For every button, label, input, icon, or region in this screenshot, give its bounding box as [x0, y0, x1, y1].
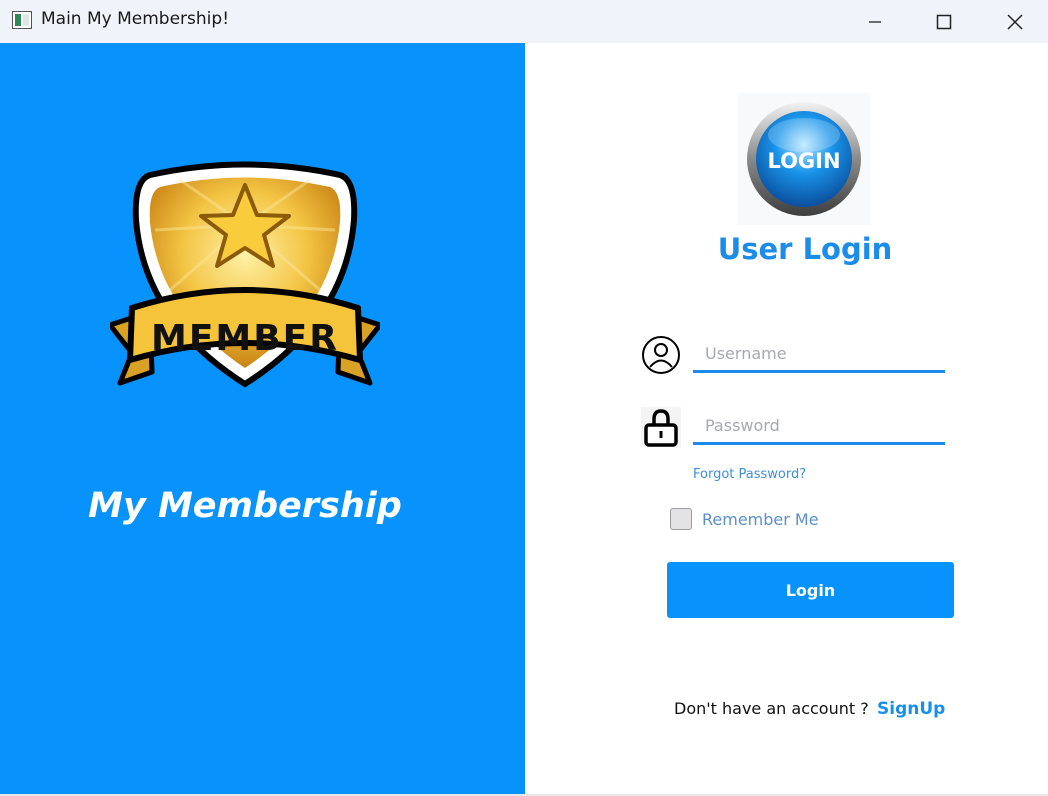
maximize-icon: [936, 14, 952, 29]
forgot-password-link[interactable]: Forgot Password?: [693, 467, 806, 482]
username-field[interactable]: [693, 337, 945, 373]
remember-me-checkbox[interactable]: [670, 508, 692, 530]
login-window: Main My Membership! MEMBER My Membership…: [0, 0, 1048, 796]
minimize-icon: [869, 20, 881, 23]
login-panel: LOGIN User Login Forgot Password? Rememb…: [525, 43, 1048, 794]
user-icon: [642, 336, 680, 374]
lock-icon: [641, 407, 681, 447]
login-logo-text: LOGIN: [767, 149, 840, 173]
signup-prompt: Don't have an account ?: [674, 699, 869, 718]
minimize-button[interactable]: [852, 0, 898, 43]
maximize-button[interactable]: [921, 0, 967, 43]
password-field[interactable]: [693, 409, 945, 445]
brand-title: My Membership: [88, 486, 402, 526]
remember-me-label[interactable]: Remember Me: [702, 510, 819, 529]
brand-panel: MEMBER My Membership: [0, 43, 525, 794]
page-title: User Login: [717, 232, 893, 266]
login-logo: LOGIN: [738, 93, 870, 225]
badge-text: MEMBER: [151, 318, 339, 359]
signup-link[interactable]: SignUp: [877, 699, 945, 719]
member-badge-logo: MEMBER: [110, 161, 380, 388]
title-bar[interactable]: Main My Membership!: [0, 0, 1048, 43]
window-title: Main My Membership!: [41, 9, 230, 29]
close-button[interactable]: [992, 0, 1038, 43]
close-icon: [1007, 13, 1023, 30]
app-icon: [12, 11, 32, 29]
login-button[interactable]: Login: [667, 562, 954, 618]
